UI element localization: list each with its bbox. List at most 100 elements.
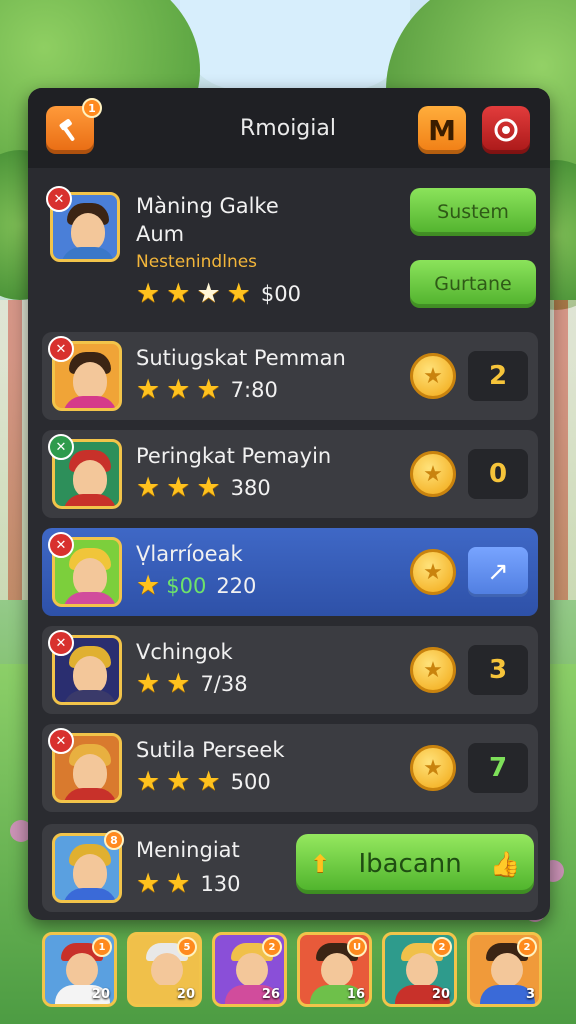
player-score: 500 [230,769,271,794]
star-icon: ★ [196,278,221,309]
player-score: 380 [230,475,271,500]
star-icon: ★ [136,668,161,699]
hammer-icon [59,119,75,141]
ibacann-button[interactable]: ⬆ Ibacann 👍 [296,834,534,894]
m-button[interactable]: M [418,106,466,154]
coin-icon: ★ [410,745,456,791]
friend-avatar[interactable]: 2 3 [467,932,542,1007]
star-rating: ★ ★ ★ 380 [136,474,271,501]
star-rating: ★ ★ ★ ★ $00 [136,280,301,307]
star-rating: ★ ★ 7/38 [136,670,248,697]
player-name: Vchingok [136,640,233,664]
star-icon: ★ [136,278,161,309]
thumb-icon: 👍 [490,850,520,878]
friend-avatar[interactable]: 1 20 [42,932,117,1007]
star-icon: ★ [136,868,161,899]
star-rating: ★ ★ ★ 500 [136,768,271,795]
highlighted-player-row[interactable]: ✕ Ṿlarríoeak ★ $00 220 ★ ↗ [42,528,538,616]
gurtane-button[interactable]: Gurtane [410,260,536,308]
rank-marker-icon: ✕ [48,728,74,754]
coin-icon: ★ [410,451,456,497]
player-row[interactable]: ✕ Vchingok ★ ★ 7/38 ★ 3 [42,626,538,714]
star-icon: ★ [166,668,191,699]
friend-badge: 2 [432,937,452,957]
page-title: Rmoigial [240,116,336,141]
player-score: 220 [216,573,257,598]
friend-level: 3 [525,987,535,1002]
star-icon: ★ [136,374,161,405]
player-score: $00 [260,281,301,306]
rank-marker-icon: ✕ [48,630,74,656]
hammer-button[interactable]: 1 [46,98,102,154]
panel-header: 1 Rmoigial M [28,88,550,168]
player-name: Sutila Perseek [136,738,285,762]
star-icon: ★ [166,278,191,309]
star-icon: ★ [166,472,191,503]
friend-avatar[interactable]: U 16 [297,932,372,1007]
sustem-button[interactable]: Sustem [410,188,536,236]
rank-marker-icon: ✕ [48,532,74,558]
ibacann-label: Ibacann [358,849,462,879]
star-icon: ★ [166,374,191,405]
player-name: Ṿlarríoeak [136,542,243,566]
notification-badge: 8 [104,830,124,850]
player-row[interactable]: ✕ Sutila Perseek ★ ★ ★ 500 ★ 7 [42,724,538,812]
star-rating: ★ ★ 130 [136,870,241,897]
friends-strip: 1 20 5 20 2 26 U 16 2 20 2 3 [42,932,542,1010]
notification-badge: 1 [82,98,102,118]
star-icon: ★ [166,766,191,797]
star-rating: ★ ★ ★ 7:80 [136,376,278,403]
star-icon: ★ [136,472,161,503]
star-icon: ★ [136,570,161,601]
friend-badge: 1 [92,937,112,957]
friend-avatar[interactable]: 5 20 [127,932,202,1007]
star-icon: ★ [196,472,221,503]
count-box: 2 [468,351,528,401]
player-row[interactable]: ✕ Peringkat Pemayin ★ ★ ★ 380 ★ 0 [42,430,538,518]
friend-badge: U [347,937,367,957]
top-player-card: ✕ Màning Galke Aum Nestenindlnes ★ ★ ★ ★… [42,180,538,328]
share-arrow-button[interactable]: ↗ [468,547,528,597]
friend-level: 20 [176,987,195,1002]
rank-marker-icon: ✕ [46,186,72,212]
rank-marker-icon: ✕ [48,434,74,460]
friend-badge: 2 [517,937,537,957]
count-box: 7 [468,743,528,793]
coin-icon: ★ [410,647,456,693]
player-money: $00 [166,573,207,598]
rank-marker-icon: ✕ [48,336,74,362]
count-box: 3 [468,645,528,695]
coin-icon: ★ [410,353,456,399]
friend-level: 20 [431,987,450,1002]
close-button[interactable] [482,106,530,154]
star-icon: ★ [196,374,221,405]
player-score: 7:80 [230,377,278,402]
star-icon: ★ [196,766,221,797]
count-box: 0 [468,449,528,499]
star-icon: ★ [226,278,251,309]
star-icon: ★ [136,766,161,797]
player-name-line2: Aum [136,222,185,246]
coin-icon: ★ [410,549,456,595]
player-name: Meningiat [136,838,240,862]
friend-level: 26 [261,987,280,1002]
target-icon [494,118,518,142]
player-name: Sutiugskat Pemman [136,346,346,370]
current-player-row: 8 Meningiat ★ ★ 130 ⬆ Ibacann 👍 [42,824,538,912]
star-icon: ★ [166,868,191,899]
player-score: 130 [200,871,241,896]
player-name: Màning Galke [136,194,279,218]
friend-level: 16 [346,987,365,1002]
player-name: Peringkat Pemayin [136,444,332,468]
friend-avatar[interactable]: 2 20 [382,932,457,1007]
friend-level: 20 [91,987,110,1002]
star-rating: ★ $00 220 [136,572,256,599]
player-score: 7/38 [200,671,248,696]
friend-badge: 5 [177,937,197,957]
up-arrow-icon: ⬆ [310,850,331,878]
friend-badge: 2 [262,937,282,957]
player-subtitle: Nestenindlnes [136,252,258,272]
friend-avatar[interactable]: 2 26 [212,932,287,1007]
leaderboard-panel: 1 Rmoigial M ✕ Màning Galke Aum Nestenin… [28,88,550,920]
player-row[interactable]: ✕ Sutiugskat Pemman ★ ★ ★ 7:80 ★ 2 [42,332,538,420]
